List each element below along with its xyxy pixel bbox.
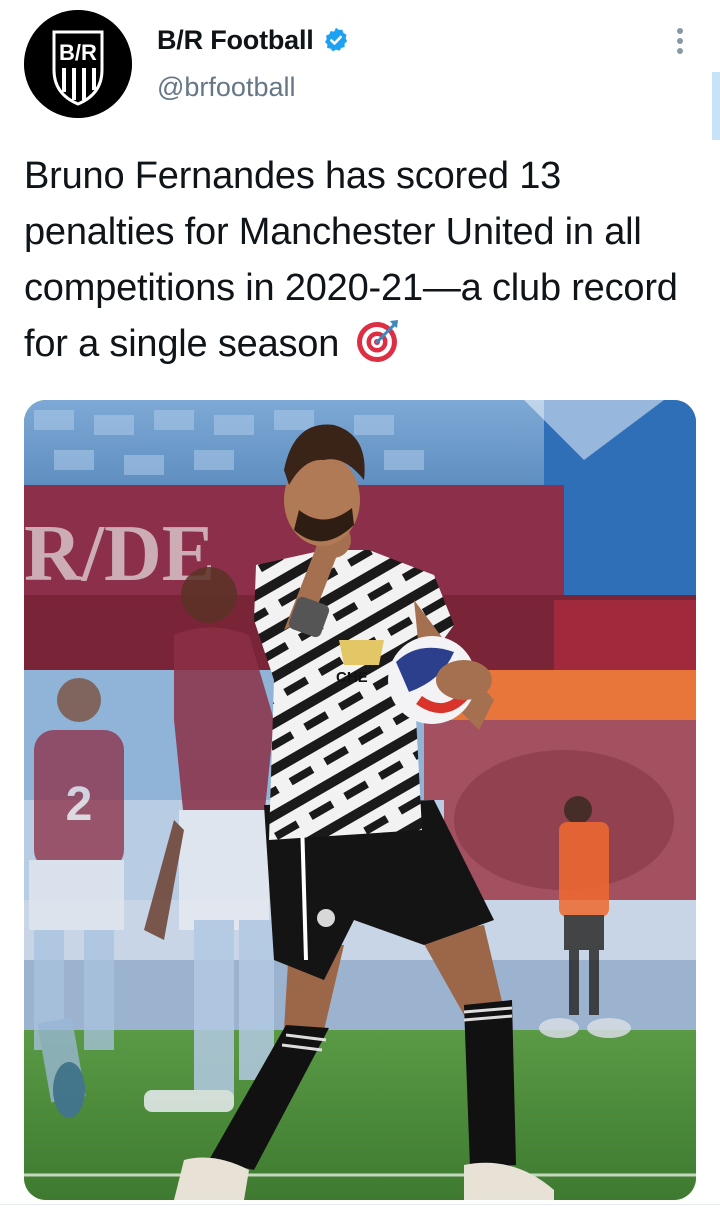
account-handle[interactable]: @brfootball (157, 72, 295, 103)
direct-hit-target-icon (356, 320, 398, 362)
divider (0, 1204, 720, 1205)
tweet-text: Bruno Fernandes has scored 13 penalties … (24, 148, 704, 372)
tweet-body: Bruno Fernandes has scored 13 penalties … (24, 155, 678, 365)
verified-badge-icon (324, 27, 347, 52)
shirt-sponsor-text: CHE (336, 669, 368, 686)
svg-text:2: 2 (66, 778, 93, 831)
account-name-row[interactable]: B/R Football (157, 22, 350, 58)
avatar[interactable]: B/R (24, 10, 132, 118)
more-options-icon[interactable] (664, 24, 696, 58)
display-name[interactable]: B/R Football (157, 25, 314, 56)
tweet-card[interactable]: B/R B/R Football @brfootball Bruno Ferna… (0, 0, 720, 1210)
avatar-logo-text: B/R (59, 40, 97, 65)
br-shield-logo-icon: B/R (24, 10, 132, 118)
tweet-photo[interactable]: R/DE 2 CHE (24, 400, 696, 1200)
photo-football-player: R/DE 2 CHE (24, 400, 696, 1200)
scroll-indicator (712, 72, 720, 140)
